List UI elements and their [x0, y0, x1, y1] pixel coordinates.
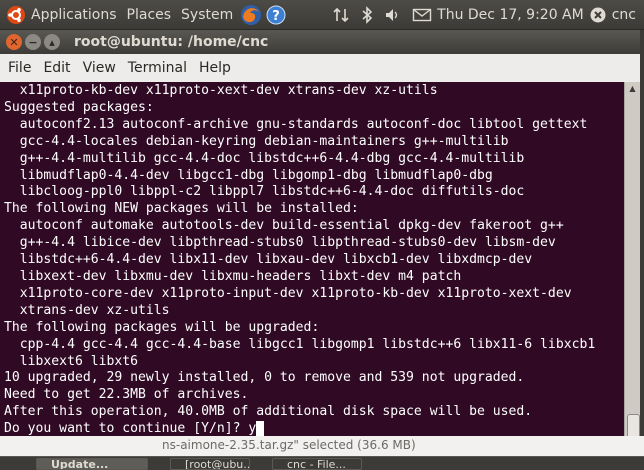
terminal-line: Suggested packages:	[4, 99, 154, 115]
terminal-line: Need to get 22.3MB of archives.	[4, 387, 249, 403]
taskbar-item-root-terminal[interactable]: [root@ubu...	[170, 458, 250, 470]
terminal-line: libcloog-ppl0 libppl-c2 libppl7 libstdc+…	[4, 184, 525, 200]
terminal-line: g++-4.4 libice-dev libpthread-stubs0 lib…	[4, 235, 556, 251]
system-menu[interactable]: System	[176, 7, 238, 23]
taskbar-item-file-browser[interactable]: cnc - File...	[272, 458, 362, 470]
window-close-button[interactable]: ✕	[6, 34, 22, 50]
terminal-line: g++-4.4-multilib gcc-4.4-doc libstdc++6-…	[4, 150, 525, 166]
system-tray: Thu Dec 17, 9:20 AM cnc	[332, 5, 644, 24]
background-window: ns-aimone-2.35.tar.gz" selected (36.6 MB…	[0, 436, 644, 456]
terminal-line: x11proto-kb-dev x11proto-xext-dev xtrans…	[4, 83, 438, 98]
firefox-icon[interactable]	[240, 4, 262, 26]
terminal-line: After this operation, 40.0MB of addition…	[4, 404, 533, 420]
terminal-cursor	[256, 421, 265, 437]
terminal-line: autoconf2.13 autoconf-archive gnu-standa…	[4, 116, 588, 132]
terminal-window: ✕ − ▴ root@ubuntu: /home/cnc File Edit V…	[0, 30, 640, 469]
window-title: root@ubuntu: /home/cnc	[74, 34, 269, 50]
window-maximize-button[interactable]: ▴	[44, 34, 60, 50]
terminal-menubar: File Edit View Terminal Help	[0, 54, 640, 82]
terminal-line: The following packages will be upgraded:	[4, 319, 320, 335]
top-panel: Applications Places System ? Thu Dec 17,…	[0, 0, 644, 30]
menu-file[interactable]: File	[2, 60, 37, 76]
window-minimize-button[interactable]: −	[25, 34, 41, 50]
terminal-output-area[interactable]: x11proto-kb-dev x11proto-xext-dev xtrans…	[0, 82, 640, 469]
network-icon[interactable]	[332, 6, 350, 24]
terminal-prompt: Do you want to continue [Y/n]?	[4, 421, 249, 437]
menu-edit[interactable]: Edit	[37, 60, 76, 76]
places-menu[interactable]: Places	[122, 7, 177, 23]
terminal-line: xtrans-dev xz-utils	[4, 302, 170, 318]
mail-icon[interactable]	[412, 7, 432, 23]
terminal-line: gcc-4.4-locales debian-keyring debian-ma…	[4, 133, 509, 149]
terminal-line: The following NEW packages will be insta…	[4, 201, 359, 217]
terminal-line: libxext-dev libxmu-dev libxmu-headers li…	[4, 268, 462, 284]
menu-terminal[interactable]: Terminal	[122, 60, 193, 76]
taskbar-item-label: [root@ubu...	[185, 458, 250, 470]
background-window-text: ns-aimone-2.35.tar.gz" selected (36.6 MB…	[162, 438, 416, 452]
terminal-line: x11proto-core-dev x11proto-input-dev x11…	[4, 285, 572, 301]
taskbar-item-label: Update...	[51, 458, 109, 470]
taskbar-item-update[interactable]: Update...	[36, 458, 148, 470]
applications-menu[interactable]: Applications	[26, 7, 122, 23]
bluetooth-icon[interactable]	[360, 5, 374, 24]
window-titlebar[interactable]: ✕ − ▴ root@ubuntu: /home/cnc	[0, 30, 640, 54]
menu-help[interactable]: Help	[193, 60, 237, 76]
svg-text:?: ?	[272, 9, 280, 24]
terminal-line: libmudflap0-4.4-dev libgcc1-dbg libgomp1…	[4, 167, 493, 183]
session-icon[interactable]	[589, 6, 607, 24]
clock[interactable]: Thu Dec 17, 9:20 AM	[432, 7, 589, 23]
volume-icon[interactable]	[384, 6, 402, 24]
terminal-line: libstdc++6-4.4-dev libx11-dev libxau-dev…	[4, 252, 533, 268]
taskbar-item-label: cnc - File...	[287, 458, 346, 470]
menu-view[interactable]: View	[77, 60, 122, 76]
terminal-scrollbar[interactable]: ▲ ▼	[624, 82, 640, 469]
terminal-line: autoconf automake autotools-dev build-es…	[4, 218, 564, 234]
scroll-up-arrow-icon[interactable]: ▲	[625, 82, 640, 96]
terminal-line: 10 upgraded, 29 newly installed, 0 to re…	[4, 370, 525, 386]
ubuntu-logo-icon[interactable]	[6, 5, 26, 25]
bottom-panel: Update... [root@ubu... cnc - File...	[0, 456, 644, 470]
terminal-text: x11proto-kb-dev x11proto-xext-dev xtrans…	[4, 83, 595, 438]
terminal-line: libxext6 libxt6	[4, 353, 139, 369]
user-name[interactable]: cnc	[607, 7, 644, 23]
help-icon[interactable]: ?	[266, 5, 286, 25]
terminal-line: cpp-4.4 gcc-4.4 gcc-4.4-base libgcc1 lib…	[4, 336, 596, 352]
